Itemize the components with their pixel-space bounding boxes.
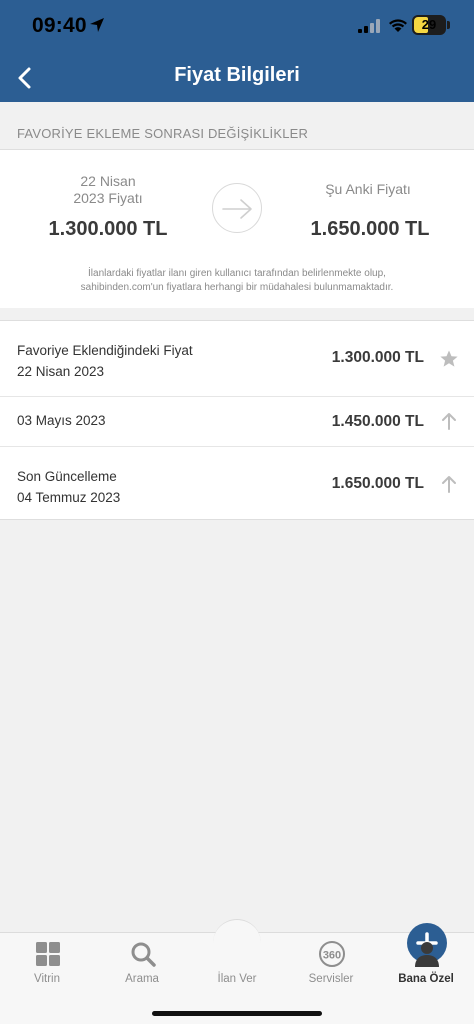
battery-level: 29 [421, 17, 437, 32]
star-icon [440, 350, 458, 367]
old-price-label: 22 Nisan 2023 Fiyatı [30, 173, 186, 207]
section-header: FAVORİYE EKLEME SONRASI DEĞİŞİKLİKLER [0, 102, 474, 150]
history-row-last-update: Son Güncelleme 04 Temmuz 2023 1.650.000 … [0, 446, 474, 520]
battery-cap [447, 21, 450, 29]
cellular-signal-icon [358, 19, 380, 33]
status-time: 09:40 [32, 14, 87, 37]
price-comparison-card: 22 Nisan 2023 Fiyatı 1.300.000 TL Şu Ank… [0, 150, 474, 308]
tab-label: İlan Ver [217, 973, 257, 985]
history-row-title: Favoriye Eklendiğindeki Fiyat [17, 343, 193, 358]
tab-arama[interactable]: Arama [95, 933, 189, 993]
wifi-icon [389, 19, 407, 32]
search-icon [131, 942, 156, 967]
history-row-price: 1.300.000 TL [331, 349, 424, 366]
arrow-up-icon [442, 476, 456, 493]
nav-bar: Fiyat Bilgileri [0, 52, 474, 102]
tab-label: Bana Özel [398, 973, 454, 985]
old-price-label-date: 22 Nisan [80, 173, 136, 189]
disclaimer-line-2: sahibinden.com'un fiyatlara herhangi bir… [80, 282, 394, 293]
360-icon: 360 [319, 941, 345, 967]
old-price-label-year: 2023 Fiyatı [73, 190, 143, 206]
section-title: FAVORİYE EKLEME SONRASI DEĞİŞİKLİKLER [17, 126, 309, 141]
current-price: 1.650.000 TL [310, 218, 430, 240]
tab-label: Vitrin [34, 973, 60, 985]
history-row-favorite: Favoriye Eklendiğindeki Fiyat 22 Nisan 2… [0, 321, 474, 396]
history-row-price: 1.650.000 TL [331, 475, 424, 492]
history-row-price: 1.450.000 TL [331, 413, 424, 430]
arrow-up-icon [442, 413, 456, 430]
location-arrow-icon [90, 18, 104, 32]
tab-vitrin[interactable]: Vitrin [0, 933, 94, 993]
history-row-change: 03 Mayıs 2023 1.450.000 TL [0, 396, 474, 446]
tab-bana-ozel[interactable]: Bana Özel [379, 933, 473, 993]
battery-indicator: 29 [412, 15, 446, 35]
tab-label: Servisler [308, 973, 354, 985]
tab-label: Arama [125, 973, 159, 985]
page-title: Fiyat Bilgileri [174, 64, 300, 86]
price-disclaimer: İlanlardaki fiyatlar ilanı giren kullanı… [20, 267, 454, 295]
header: 09:40 29 Fiyat Bilgileri [0, 0, 474, 102]
status-bar: 09:40 29 [0, 0, 474, 52]
bottom-tab-bar: Vitrin Arama İlan Ver 360 Servisler Bana… [0, 919, 474, 1024]
person-icon [415, 942, 439, 967]
svg-text:360: 360 [323, 950, 341, 962]
tab-ilan-ver[interactable]: İlan Ver [190, 923, 447, 993]
history-row-title: Son Güncelleme [17, 469, 117, 484]
price-history-list: Favoriye Eklendiğindeki Fiyat 22 Nisan 2… [0, 320, 474, 520]
history-row-date: 22 Nisan 2023 [17, 364, 105, 379]
arrow-right-icon [212, 183, 262, 233]
history-row-date: 03 Mayıs 2023 [17, 413, 106, 428]
disclaimer-line-1: İlanlardaki fiyatlar ilanı giren kullanı… [88, 268, 386, 279]
current-price-label: Şu Anki Fiyatı [325, 181, 411, 197]
history-row-date: 04 Temmuz 2023 [17, 490, 121, 505]
old-price: 1.300.000 TL [48, 218, 168, 240]
home-indicator [152, 1011, 322, 1016]
grid-icon [36, 942, 60, 966]
tab-servisler[interactable]: 360 Servisler [284, 933, 378, 993]
